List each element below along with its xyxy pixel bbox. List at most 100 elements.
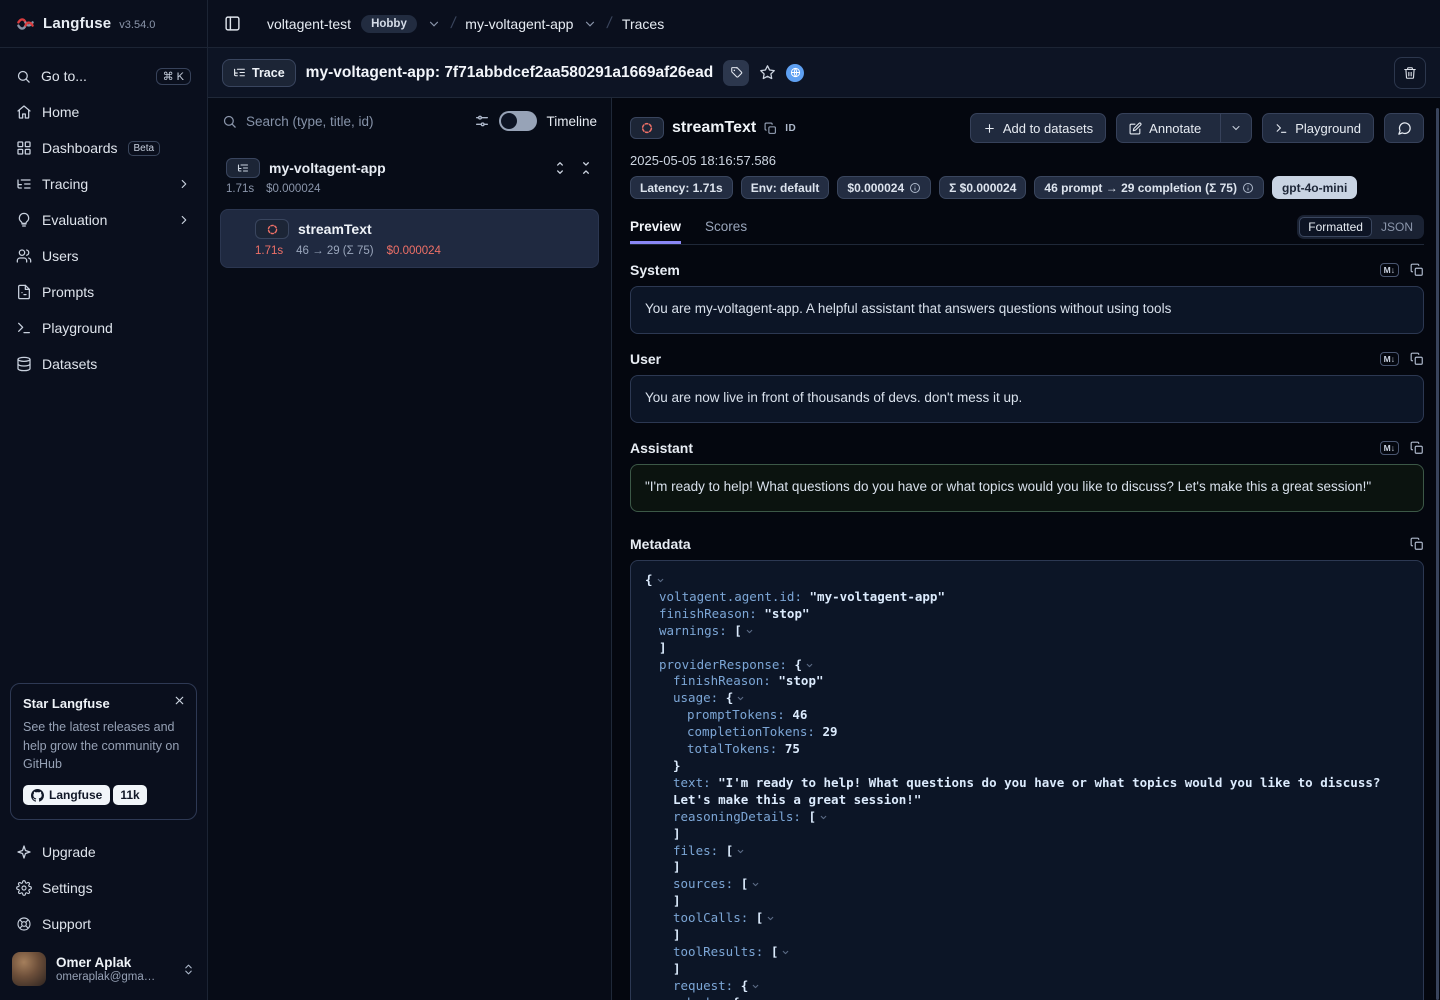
trace-tree-panel: Search (type, title, id) Timeline my-vol… [208, 98, 612, 1000]
terminal-icon [1275, 122, 1288, 135]
tree-node-root[interactable]: my-voltagent-app [220, 156, 599, 180]
breadcrumb: voltagent-test Hobby / my-voltagent-app … [208, 0, 1440, 48]
format-formatted[interactable]: Formatted [1299, 217, 1372, 237]
collapse-all-icon[interactable] [579, 161, 593, 175]
sidebar-item-users[interactable]: Users [8, 238, 199, 274]
json-collapse-chevron-icon[interactable] [766, 914, 775, 923]
format-json[interactable]: JSON [1372, 217, 1422, 237]
timeline-toggle[interactable] [499, 111, 537, 131]
json-collapse-chevron-icon[interactable] [751, 880, 760, 889]
breadcrumb-project[interactable]: voltagent-test [267, 16, 351, 32]
support-icon [16, 916, 32, 932]
tab-scores[interactable]: Scores [705, 219, 747, 244]
sidebar-item-evaluation[interactable]: Evaluation [8, 202, 199, 238]
search-input[interactable]: Search (type, title, id) [246, 114, 465, 129]
user-name: Omer Aplak [56, 955, 156, 971]
json-line: finishReason: "stop" [633, 673, 1409, 690]
comment-button[interactable] [1384, 113, 1424, 143]
tabs-row: Preview Scores Formatted JSON [630, 209, 1424, 245]
breadcrumb-section[interactable]: Traces [622, 16, 664, 32]
favorite-star-icon[interactable] [759, 64, 776, 81]
json-collapse-chevron-icon[interactable] [656, 576, 665, 585]
info-icon[interactable] [909, 182, 921, 194]
section-title: Metadata [630, 536, 691, 552]
tab-preview[interactable]: Preview [630, 219, 681, 244]
scrollbar[interactable] [1436, 108, 1439, 1000]
sidebar-item-home[interactable]: Home [8, 94, 199, 130]
copy-icon[interactable] [1410, 441, 1424, 455]
goto-button[interactable]: Go to... ⌘ K [8, 58, 199, 94]
json-line: body: { [633, 995, 1409, 1000]
child-cost: $0.000024 [387, 245, 441, 257]
github-button-label: Langfuse [49, 788, 102, 802]
metric-badges-row: Latency: 1.71s Env: default $0.000024 Σ … [630, 176, 1424, 199]
public-globe-icon[interactable] [786, 64, 804, 82]
search-icon [222, 114, 237, 129]
breadcrumb-app[interactable]: my-voltagent-app [465, 16, 573, 32]
copy-icon[interactable] [1410, 537, 1424, 551]
json-line: request: { [633, 978, 1409, 995]
user-menu[interactable]: Omer Aplak omeraplak@gmail.... [0, 942, 207, 1000]
json-collapse-chevron-icon[interactable] [736, 847, 745, 856]
section-assistant-header: Assistant M↓ [630, 440, 1424, 456]
sidebar-item-label: Home [42, 104, 79, 120]
json-line: { [633, 572, 1409, 589]
star-card-body: See the latest releases and help grow th… [23, 718, 184, 774]
json-collapse-chevron-icon[interactable] [745, 627, 754, 636]
markdown-toggle-icon[interactable]: M↓ [1380, 441, 1399, 455]
github-star-count: 11k [113, 785, 146, 805]
json-line: ] [633, 859, 1409, 876]
sidebar-item-label: Evaluation [42, 212, 107, 228]
json-collapse-chevron-icon[interactable] [781, 948, 790, 957]
json-collapse-chevron-icon[interactable] [751, 982, 760, 991]
annotate-dropdown-chevron[interactable] [1220, 114, 1251, 142]
chevron-down-icon[interactable] [583, 17, 597, 31]
json-collapse-chevron-icon[interactable] [819, 813, 828, 822]
plus-icon [983, 122, 996, 135]
add-to-datasets-button[interactable]: Add to datasets [970, 113, 1106, 143]
evaluation-icon [16, 212, 32, 228]
tree-node-streamtext[interactable]: streamText 1.71s 46 → 29 (Σ 75) $0.00002… [220, 209, 599, 268]
sidebar-item-playground[interactable]: Playground [8, 310, 199, 346]
json-collapse-chevron-icon[interactable] [805, 661, 814, 670]
child-latency: 1.71s [255, 245, 283, 257]
sidebar-item-settings[interactable]: Settings [8, 870, 199, 906]
chevron-right-icon [177, 177, 191, 191]
child-tokens: 46 → 29 (Σ 75) [296, 245, 373, 257]
github-icon [31, 789, 44, 802]
markdown-toggle-icon[interactable]: M↓ [1380, 352, 1399, 366]
copy-id-icon[interactable] [764, 122, 777, 135]
sidebar-item-datasets[interactable]: Datasets [8, 346, 199, 382]
timeline-toggle-label: Timeline [546, 114, 597, 129]
json-line: sources: [ [633, 876, 1409, 893]
info-icon[interactable] [1242, 182, 1254, 194]
plan-badge[interactable]: Hobby [361, 15, 417, 33]
markdown-toggle-icon[interactable]: M↓ [1380, 263, 1399, 277]
delete-trace-button[interactable] [1394, 57, 1426, 89]
sidebar-item-upgrade[interactable]: Upgrade [8, 834, 199, 870]
prompts-icon [16, 284, 32, 300]
sidebar-item-tracing[interactable]: Tracing [8, 166, 199, 202]
tag-icon[interactable] [723, 60, 749, 86]
sidebar-toggle-icon[interactable] [224, 15, 241, 32]
playground-button[interactable]: Playground [1262, 113, 1374, 143]
chat-bubble-icon [1397, 121, 1412, 136]
chevron-down-icon[interactable] [427, 17, 441, 31]
section-metadata-header: Metadata [630, 536, 1424, 552]
sidebar-item-label: Dashboards [42, 140, 118, 156]
sidebar-item-dashboards[interactable]: Dashboards Beta [8, 130, 199, 166]
sidebar-item-support[interactable]: Support [8, 906, 199, 942]
annotate-button[interactable]: Annotate [1117, 114, 1213, 142]
sidebar-item-prompts[interactable]: Prompts [8, 274, 199, 310]
view-settings-icon[interactable] [474, 113, 490, 129]
json-collapse-chevron-icon[interactable] [736, 694, 745, 703]
sidebar-item-label: Upgrade [42, 844, 96, 860]
expand-all-icon[interactable] [553, 161, 567, 175]
playground-label: Playground [1295, 121, 1361, 136]
copy-icon[interactable] [1410, 263, 1424, 277]
metric-badge-46-prompt-29-completion-: 46 prompt → 29 completion (Σ 75) [1034, 176, 1264, 199]
close-icon[interactable] [173, 694, 186, 707]
copy-icon[interactable] [1410, 352, 1424, 366]
github-star-button[interactable]: Langfuse [23, 785, 110, 805]
app-version: v3.54.0 [119, 19, 155, 31]
